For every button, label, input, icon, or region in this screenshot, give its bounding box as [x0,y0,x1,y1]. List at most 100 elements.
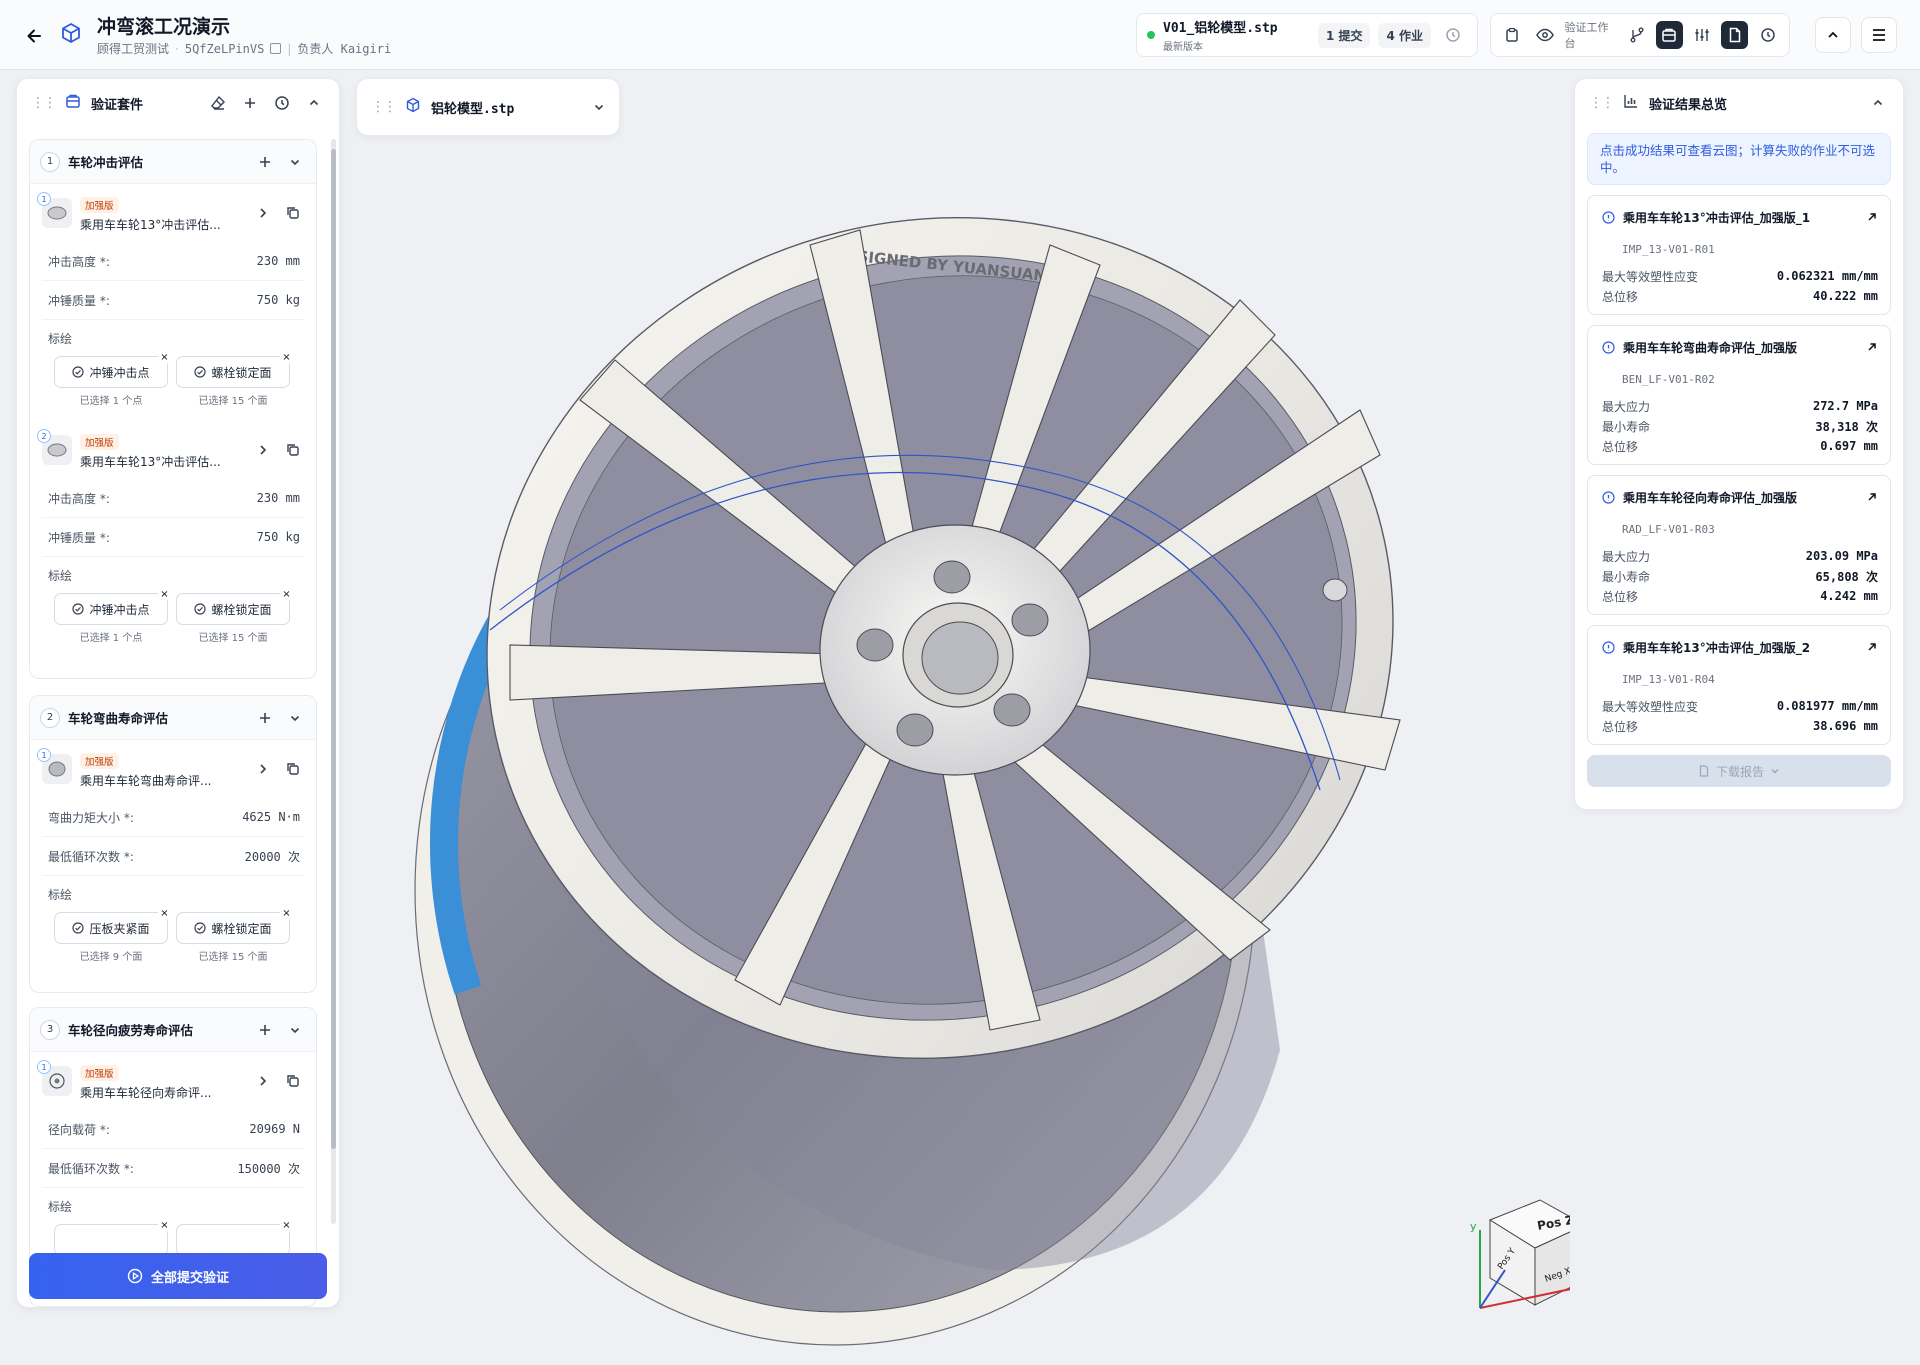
wheel-thumbnail-icon: 1 [37,748,72,784]
history-icon[interactable] [1439,21,1467,49]
info-icon [1602,641,1615,654]
selection-chip[interactable]: 冲锤冲击点 × [54,351,171,388]
3d-viewport[interactable]: DESIGNED BY YUANSUAN Pos Z Pos Y Neg X y [340,70,1599,1365]
job-name: 乘用车车轮13°冲击评估... [80,454,221,469]
wheel-model[interactable]: DESIGNED BY YUANSUAN Pos Z Pos Y Neg X y [340,70,1599,1365]
plus-tag: 加强版 [80,196,119,213]
open-external-icon[interactable] [1866,208,1878,227]
selection-chip[interactable]: 螺栓锁定面 × [176,588,293,625]
back-arrow-icon[interactable] [20,22,48,50]
workspace-label[interactable]: 验证工作台 [1565,19,1618,51]
history-icon[interactable] [1754,21,1781,49]
branch-icon[interactable] [1623,21,1650,49]
group-title: 车轮径向疲劳寿命评估 [68,1023,194,1038]
chevron-down-icon[interactable] [593,98,605,117]
result-card[interactable]: 乘用车车轮13°冲击评估_加强版_2 IMP_13-V01-R04 最大等效塑性… [1587,625,1891,745]
plus-tag: 加强版 [80,1064,119,1081]
chevron-down-icon [1771,769,1779,774]
history-icon[interactable] [271,92,293,114]
add-icon[interactable] [254,1019,276,1041]
menu-icon[interactable] [1861,17,1897,53]
copy-icon[interactable] [282,439,304,461]
copy-icon[interactable] [282,202,304,224]
group-number: 2 [40,707,60,728]
drag-handle-icon[interactable]: ⋮⋮ [1589,95,1615,111]
selection-chip[interactable]: 螺栓锁定面 × [176,907,293,944]
group-title: 车轮冲击评估 [68,155,144,170]
sliders-icon[interactable] [1689,21,1716,49]
chevron-down-icon[interactable] [284,1019,306,1041]
check-circle-icon [194,603,207,615]
param-field[interactable]: 最低循环次数 *: 150000 次 [42,1149,304,1188]
chevron-right-icon[interactable] [252,439,274,461]
param-field[interactable]: 冲击高度 *: 230 mm [42,479,304,518]
job-item[interactable]: 1 加强版 乘用车车轮径向寿命评... 径向载荷 *: 20969 N 最低循环… [30,1052,316,1256]
open-external-icon[interactable] [1866,638,1878,657]
selection-chip[interactable]: 压板夹紧面 × [54,907,171,944]
clipboard-icon[interactable] [1499,21,1526,49]
view-cube[interactable]: Pos Z Pos Y Neg X y x [1470,1199,1599,1309]
chevron-down-icon[interactable] [284,707,306,729]
chevron-right-icon[interactable] [252,1070,274,1092]
job-item[interactable]: 2 加强版 乘用车车轮13°冲击评估... 冲击高度 *: 230 mm 冲锤质… [30,421,316,644]
param-field[interactable]: 弯曲力矩大小 *: 4625 N·m [42,798,304,837]
collapse-up-icon[interactable] [1815,17,1851,53]
param-field[interactable]: 冲锤质量 *: 750 kg [42,518,304,557]
top-bar: 冲弯滚工况演示 顾得工贸测试 · 5QfZeLPinVS | 负责人 Kaigi… [0,0,1920,70]
close-icon[interactable]: × [158,1219,171,1232]
submit-count-badge[interactable]: 1 提交 [1317,22,1371,48]
close-icon[interactable]: × [280,588,293,601]
param-field[interactable]: 最低循环次数 *: 20000 次 [42,837,304,876]
job-item[interactable]: 1 加强版 乘用车车轮13°冲击评估... 冲击高度 *: 230 mm 冲锤质… [30,184,316,407]
suite-icon[interactable] [1655,21,1683,49]
drag-handle-icon[interactable]: ⋮⋮ [31,95,57,111]
selection-chip[interactable]: × [176,1219,293,1256]
add-icon[interactable] [254,151,276,173]
file-name: 铝轮模型.stp [431,101,515,117]
copy-icon[interactable] [282,1070,304,1092]
copy-icon[interactable] [282,758,304,780]
add-icon[interactable] [239,92,261,114]
file-tab[interactable]: ⋮⋮ 铝轮模型.stp [356,78,620,136]
selection-chip[interactable]: 螺栓锁定面 × [176,351,293,388]
close-icon[interactable]: × [280,351,293,364]
param-field[interactable]: 冲击高度 *: 230 mm [42,242,304,281]
selection-chip[interactable]: 冲锤冲击点 × [54,588,171,625]
close-icon[interactable]: × [280,1219,293,1232]
open-external-icon[interactable] [1866,488,1878,507]
param-field[interactable]: 径向载荷 *: 20969 N [42,1110,304,1149]
group-number: 3 [40,1019,60,1040]
info-icon [1602,211,1615,224]
drag-handle-icon[interactable]: ⋮⋮ [371,99,397,115]
close-icon[interactable]: × [280,907,293,920]
plus-tag: 加强版 [80,752,119,769]
download-report-button[interactable]: 下载报告 [1587,755,1891,787]
chevron-down-icon[interactable] [284,151,306,173]
job-item[interactable]: 1 加强版 乘用车车轮弯曲寿命评... 弯曲力矩大小 *: 4625 N·m 最… [30,740,316,963]
report-icon[interactable] [1721,21,1749,49]
close-icon[interactable]: × [158,907,171,920]
collapse-up-icon[interactable] [303,92,325,114]
result-card[interactable]: 乘用车车轮弯曲寿命评估_加强版 BEN_LF-V01-R02 最大应力 272.7… [1587,325,1891,465]
page-title: 冲弯滚工况演示 [97,16,231,38]
eye-icon[interactable] [1532,21,1559,49]
result-card[interactable]: 乘用车车轮径向寿命评估_加强版 RAD_LF-V01-R03 最大应力 203.0… [1587,475,1891,615]
chevron-right-icon[interactable] [252,758,274,780]
eraser-icon[interactable] [207,92,229,114]
submit-all-button[interactable]: 全部提交验证 [29,1253,327,1299]
suite-group: 1 车轮冲击评估 1 加强版 乘用车车轮13°冲击评估... 冲击高度 *: 2… [29,139,317,679]
chevron-right-icon[interactable] [252,202,274,224]
copy-icon[interactable] [270,43,282,54]
result-card[interactable]: 乘用车车轮13°冲击评估_加强版_1 IMP_13-V01-R01 最大等效塑性… [1587,195,1891,315]
selection-chip[interactable]: × [54,1219,171,1256]
version-selector[interactable]: V01_铝轮模型.stp 最新版本 1 提交 4 作业 [1136,13,1478,57]
close-icon[interactable]: × [158,351,171,364]
suite-group: 2 车轮弯曲寿命评估 1 加强版 乘用车车轮弯曲寿命评... 弯曲力矩大小 *:… [29,695,317,993]
close-icon[interactable]: × [158,588,171,601]
job-count-badge[interactable]: 4 作业 [1378,22,1431,48]
job-name: 乘用车车轮弯曲寿命评... [80,773,212,788]
param-field[interactable]: 冲锤质量 *: 750 kg [42,281,304,320]
open-external-icon[interactable] [1866,338,1878,357]
add-icon[interactable] [254,707,276,729]
collapse-up-icon[interactable] [1867,92,1889,114]
